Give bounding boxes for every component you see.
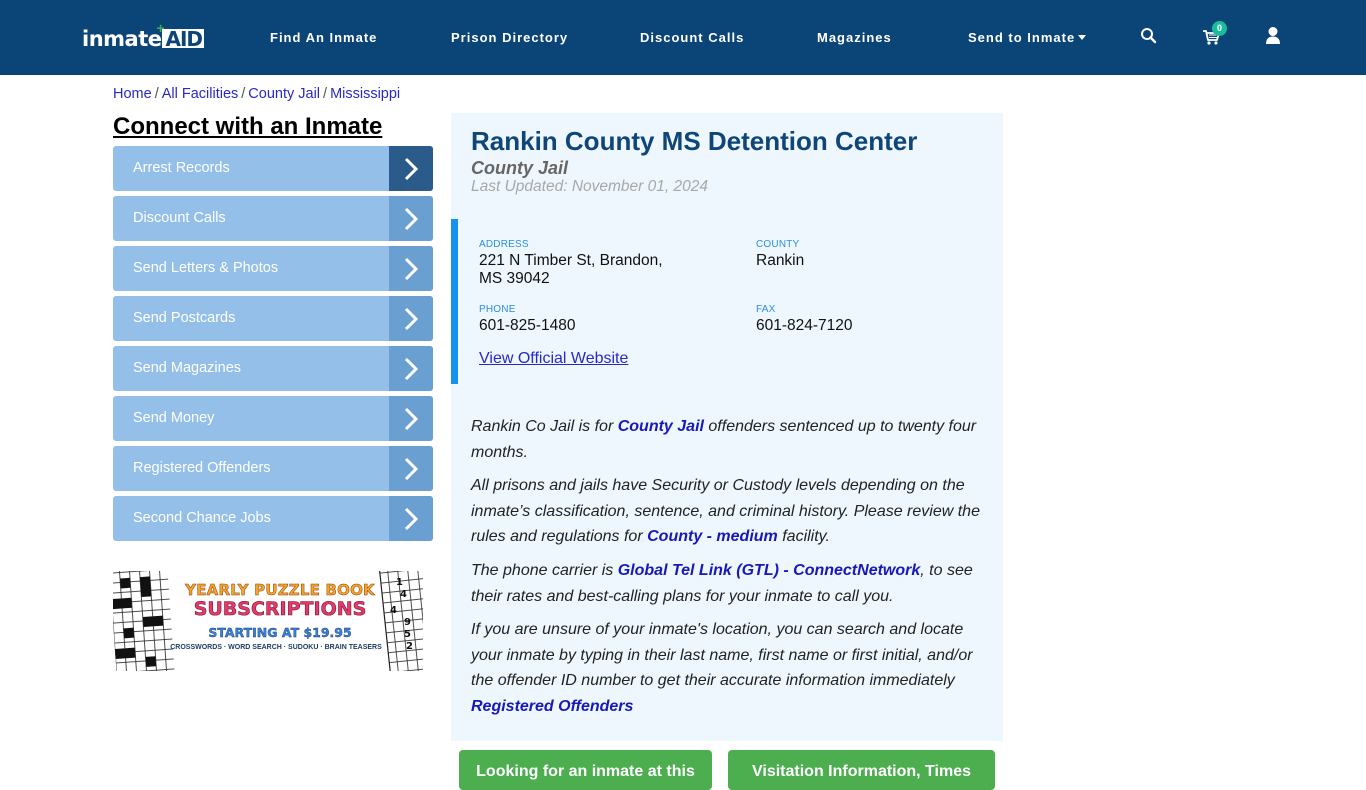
chevron-right-icon bbox=[404, 407, 419, 430]
breadcrumb-county-jail[interactable]: County Jail bbox=[248, 86, 320, 102]
county-label: COUNTY bbox=[756, 239, 800, 250]
official-website-link[interactable]: View Official Website bbox=[479, 350, 628, 368]
address-line-2: MS 39042 bbox=[479, 270, 550, 287]
description-paragraph-1: Rankin Co Jail is for County Jail offend… bbox=[471, 418, 977, 461]
logo-plus-icon: + bbox=[156, 20, 165, 36]
cart-count-badge: 0 bbox=[1212, 21, 1227, 36]
sidebar-item-send-postcards[interactable]: Send Postcards bbox=[113, 296, 433, 341]
facility-type: County Jail bbox=[471, 158, 569, 178]
nav-find-an-inmate[interactable]: Find An Inmate bbox=[270, 29, 377, 47]
facility-name: Rankin County MS Detention Center bbox=[471, 126, 918, 156]
logo-text: inmate bbox=[82, 27, 162, 51]
description-paragraph-3: The phone carrier is Global Tel Link (GT… bbox=[471, 562, 973, 605]
user-icon bbox=[1266, 27, 1280, 44]
search-button[interactable] bbox=[1139, 26, 1161, 48]
chevron-right-icon bbox=[404, 157, 419, 180]
chevron-right-icon bbox=[404, 257, 419, 280]
cart-button[interactable]: 0 bbox=[1202, 21, 1227, 48]
facility-contact-info: ADDRESS 221 N Timber St, Brandon, MS 390… bbox=[451, 219, 1003, 384]
fax-value: 601-824-7120 bbox=[756, 317, 853, 334]
description-paragraph-2: All prisons and jails have Security or C… bbox=[471, 477, 980, 545]
sidebar-item-label: Arrest Records bbox=[133, 160, 230, 176]
sidebar-item-second-chance-jobs[interactable]: Second Chance Jobs bbox=[113, 496, 433, 541]
chevron-right-icon bbox=[404, 207, 419, 230]
puzzle-book-ad-banner[interactable]: YEARLY PUZZLE BOOK SUBSCRIPTIONS STARTIN… bbox=[113, 571, 423, 671]
breadcrumb-home[interactable]: Home bbox=[113, 86, 152, 102]
visitation-info-button[interactable]: Visitation Information, Times bbox=[728, 750, 995, 790]
nav-magazines[interactable]: Magazines bbox=[817, 29, 892, 47]
top-navbar: inmate + AID Find An Inmate Prison Direc… bbox=[0, 0, 1366, 75]
last-updated: Last Updated: November 01, 2024 bbox=[471, 178, 708, 195]
sidebar-item-arrest-records[interactable]: Arrest Records bbox=[113, 146, 433, 191]
phone-carrier-link[interactable]: Global Tel Link (GTL) - ConnectNetwork bbox=[618, 562, 921, 579]
sidebar-item-send-money[interactable]: Send Money bbox=[113, 396, 433, 441]
county-jail-link[interactable]: County Jail bbox=[618, 418, 704, 435]
ad-sudoku-digits: 1 4 4 9 5 2 bbox=[390, 577, 413, 652]
nav-prison-directory[interactable]: Prison Directory bbox=[451, 29, 568, 47]
registered-offenders-link[interactable]: Registered Offenders bbox=[471, 698, 633, 715]
breadcrumb-mississippi[interactable]: Mississippi bbox=[330, 86, 400, 102]
ad-categories: CROSSWORDS · WORD SEARCH · SUDOKU · BRAI… bbox=[170, 644, 382, 651]
phone-value[interactable]: 601-825-1480 bbox=[479, 317, 576, 335]
account-button[interactable] bbox=[1264, 26, 1286, 48]
sidebar-item-label: Discount Calls bbox=[133, 210, 226, 226]
security-level-link[interactable]: County - medium bbox=[647, 528, 778, 545]
nav-discount-calls[interactable]: Discount Calls bbox=[640, 29, 744, 47]
sidebar-item-label: Registered Offenders bbox=[133, 460, 271, 476]
ad-headline: YEARLY PUZZLE BOOK bbox=[185, 581, 375, 600]
ad-price: STARTING AT $19.95 bbox=[208, 625, 352, 640]
find-inmate-at-facility-button[interactable]: Looking for an inmate at this bbox=[459, 750, 712, 790]
sidebar-menu: Arrest Records Discount Calls Send Lette… bbox=[113, 146, 433, 546]
sidebar-item-label: Second Chance Jobs bbox=[133, 510, 271, 526]
sidebar-item-discount-calls[interactable]: Discount Calls bbox=[113, 196, 433, 241]
breadcrumb: Home / All Facilities / County Jail / Mississi… bbox=[113, 85, 400, 103]
sidebar-item-label: Send Letters & Photos bbox=[133, 260, 279, 276]
search-icon bbox=[1141, 28, 1157, 44]
sidebar-item-label: Send Postcards bbox=[133, 310, 236, 326]
chevron-right-icon bbox=[404, 507, 419, 530]
description-paragraph-4: If you are unsure of your inmate's locat… bbox=[471, 621, 973, 715]
chevron-right-icon bbox=[404, 307, 419, 330]
county-value: Rankin bbox=[756, 252, 805, 269]
address-line-1: 221 N Timber St, Brandon, bbox=[479, 252, 663, 269]
sidebar-item-label: Send Money bbox=[133, 410, 215, 426]
fax-label: FAX bbox=[756, 304, 776, 315]
sidebar-item-send-magazines[interactable]: Send Magazines bbox=[113, 346, 433, 391]
sidebar-item-label: Send Magazines bbox=[133, 360, 242, 376]
sidebar-title: Connect with an Inmate bbox=[113, 113, 383, 140]
breadcrumb-separator: / bbox=[154, 86, 159, 102]
ad-subscriptions: SUBSCRIPTIONS bbox=[193, 598, 367, 621]
caret-down-icon bbox=[1078, 34, 1087, 40]
phone-label: PHONE bbox=[479, 304, 516, 315]
facility-panel: Rankin County MS Detention Center County… bbox=[451, 113, 1003, 741]
inmateaid-logo[interactable]: inmate + AID bbox=[82, 21, 205, 51]
logo-accent-text: AID bbox=[162, 29, 205, 49]
nav-send-to-inmate-label: Send to Inmate bbox=[968, 30, 1076, 45]
chevron-right-icon bbox=[404, 457, 419, 480]
breadcrumb-separator: / bbox=[241, 86, 246, 102]
chevron-right-icon bbox=[404, 357, 419, 380]
nav-send-to-inmate[interactable]: Send to Inmate bbox=[968, 29, 1087, 47]
sidebar-item-send-letters-photos[interactable]: Send Letters & Photos bbox=[113, 246, 433, 291]
breadcrumb-separator: / bbox=[323, 86, 328, 102]
address-label: ADDRESS bbox=[479, 239, 529, 250]
sidebar-item-registered-offenders[interactable]: Registered Offenders bbox=[113, 446, 433, 491]
breadcrumb-all-facilities[interactable]: All Facilities bbox=[162, 86, 239, 102]
